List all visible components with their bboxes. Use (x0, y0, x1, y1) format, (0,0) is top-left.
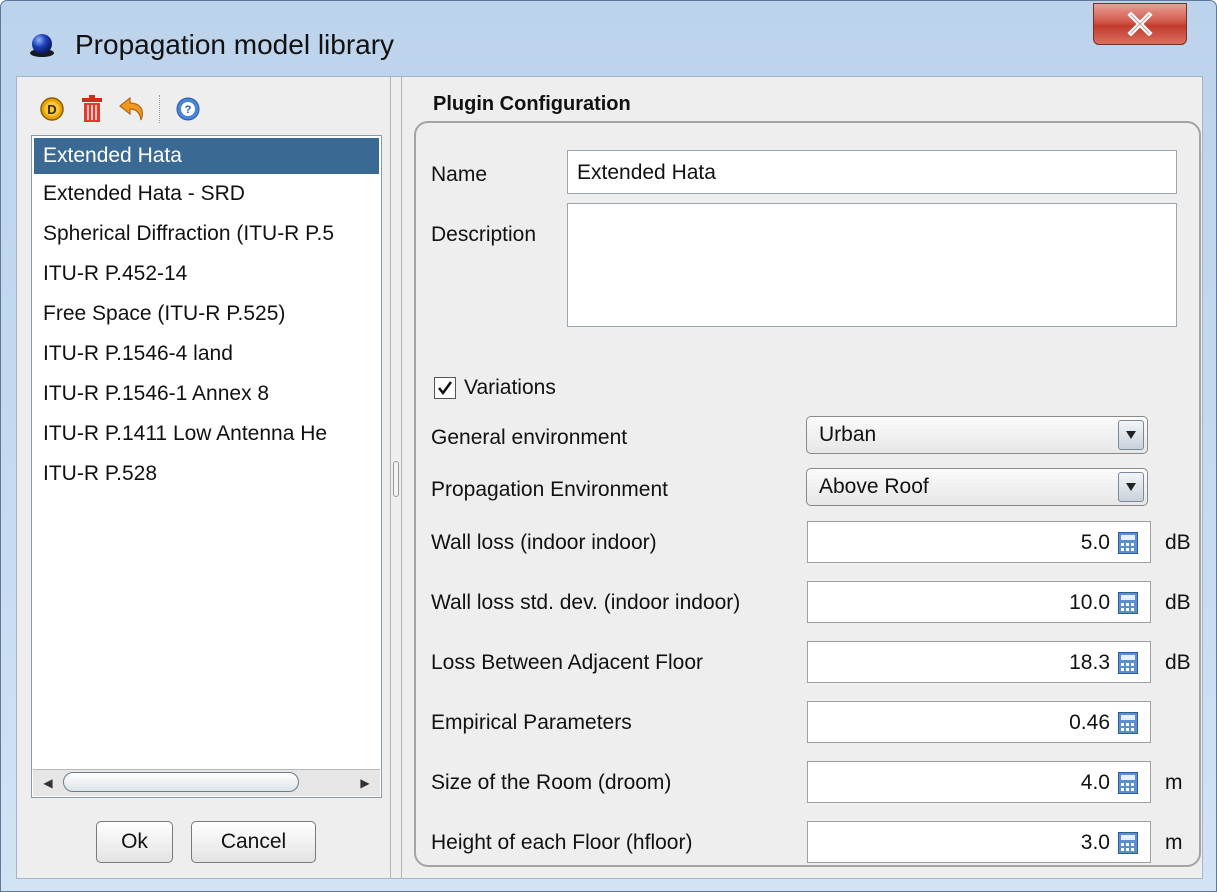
list-item[interactable]: ITU-R P.1411 Low Antenna He (32, 414, 381, 454)
model-list-pane: D ? Extended Hata Extended Hata - SRD Sp… (17, 77, 387, 878)
param-row: Wall loss (indoor indoor) 5.0 dB (416, 521, 1199, 567)
calculator-icon[interactable] (1118, 832, 1138, 854)
param-row: Size of the Room (droom) 4.0 m (416, 761, 1199, 807)
dialog-window: Propagation model library D ? Extended H… (0, 0, 1217, 892)
param-value: 0.46 (1069, 711, 1110, 734)
param-row: Loss Between Adjacent Floor 18.3 dB (416, 641, 1199, 687)
param-row: Wall loss std. dev. (indoor indoor) 10.0… (416, 581, 1199, 627)
section-title: Plugin Configuration (433, 93, 631, 115)
chevron-down-icon[interactable] (1118, 420, 1144, 450)
calculator-icon[interactable] (1118, 712, 1138, 734)
title-bar[interactable]: Propagation model library (1, 1, 1216, 75)
param-input[interactable]: 4.0 (807, 761, 1151, 803)
plugin-config-pane: Plugin Configuration Name Extended Hata … (412, 77, 1204, 878)
close-icon (1127, 12, 1153, 36)
window-title: Propagation model library (75, 29, 395, 60)
delete-button[interactable] (75, 92, 109, 126)
param-label: Size of the Room (droom) (431, 771, 672, 794)
description-textarea[interactable] (567, 203, 1177, 327)
param-input[interactable]: 3.0 (807, 821, 1151, 863)
param-label: Empirical Parameters (431, 711, 632, 734)
general-environment-value: Urban (819, 423, 877, 446)
duplicate-icon: D (40, 97, 64, 121)
propagation-environment-label: Propagation Environment (431, 478, 668, 501)
name-label: Name (431, 163, 488, 186)
propagation-environment-value: Above Roof (819, 475, 929, 498)
param-row: Empirical Parameters 0.46 (416, 701, 1199, 747)
help-icon: ? (176, 97, 200, 121)
help-button[interactable]: ? (171, 92, 205, 126)
calculator-icon[interactable] (1118, 592, 1138, 614)
param-value: 5.0 (1080, 531, 1110, 554)
list-item[interactable]: Free Space (ITU-R P.525) (32, 294, 381, 334)
param-value: 10.0 (1069, 591, 1110, 614)
scroll-left-arrow-icon[interactable]: ◀ (35, 770, 61, 796)
scroll-thumb[interactable] (63, 772, 299, 792)
config-group: Name Extended Hata Description Variation… (414, 121, 1201, 867)
ok-button[interactable]: Ok (96, 821, 173, 863)
param-input[interactable]: 0.46 (807, 701, 1151, 743)
param-label: Height of each Floor (hfloor) (431, 831, 693, 854)
cancel-button[interactable]: Cancel (191, 821, 316, 863)
param-row: Height of each Floor (hfloor) 3.0 m (416, 821, 1199, 867)
calculator-icon[interactable] (1118, 772, 1138, 794)
param-value: 18.3 (1069, 651, 1110, 674)
param-label: Wall loss std. dev. (indoor indoor) (431, 591, 741, 614)
toolbar-separator (159, 95, 161, 123)
list-item[interactable]: Extended Hata - SRD (32, 174, 381, 214)
variations-checkbox[interactable] (434, 377, 456, 399)
calculator-icon[interactable] (1118, 652, 1138, 674)
list-item[interactable]: ITU-R P.1546-1 Annex 8 (32, 374, 381, 414)
list-item[interactable]: ITU-R P.452-14 (32, 254, 381, 294)
list-toolbar: D ? (35, 91, 211, 127)
general-environment-label: General environment (431, 426, 628, 449)
svg-text:D: D (47, 102, 56, 117)
undo-button[interactable] (115, 92, 149, 126)
calculator-icon[interactable] (1118, 532, 1138, 554)
param-unit: dB (1165, 531, 1191, 554)
list-item[interactable]: Spherical Diffraction (ITU-R P.5 (32, 214, 381, 254)
param-unit: dB (1165, 591, 1191, 614)
description-label: Description (431, 223, 537, 246)
param-unit: dB (1165, 651, 1191, 674)
pane-splitter[interactable] (390, 77, 402, 878)
client-area: D ? Extended Hata Extended Hata - SRD Sp… (16, 76, 1203, 879)
param-value: 4.0 (1080, 771, 1110, 794)
list-item[interactable]: Extended Hata (34, 138, 379, 174)
param-input[interactable]: 5.0 (807, 521, 1151, 563)
param-label: Wall loss (indoor indoor) (431, 531, 657, 554)
model-list[interactable]: Extended Hata Extended Hata - SRD Spheri… (31, 135, 382, 798)
chevron-down-icon[interactable] (1118, 472, 1144, 502)
duplicate-button[interactable]: D (35, 92, 69, 126)
list-item[interactable]: ITU-R P.528 (32, 454, 381, 494)
general-environment-select[interactable]: Urban (806, 416, 1148, 454)
propagation-environment-select[interactable]: Above Roof (806, 468, 1148, 506)
name-input[interactable]: Extended Hata (567, 150, 1177, 194)
svg-text:?: ? (185, 104, 192, 116)
variations-label: Variations (464, 376, 556, 399)
param-input[interactable]: 18.3 (807, 641, 1151, 683)
param-unit: m (1165, 771, 1183, 794)
splitter-grip[interactable] (393, 461, 399, 497)
param-label: Loss Between Adjacent Floor (431, 651, 703, 674)
delete-icon (82, 95, 102, 122)
checkmark-icon (438, 381, 453, 396)
param-unit: m (1165, 831, 1183, 854)
param-input[interactable]: 10.0 (807, 581, 1151, 623)
scroll-right-arrow-icon[interactable]: ▶ (352, 770, 378, 796)
name-value: Extended Hata (577, 161, 716, 184)
horizontal-scrollbar[interactable]: ◀ ▶ (33, 769, 380, 796)
param-value: 3.0 (1080, 831, 1110, 854)
close-button[interactable] (1093, 3, 1187, 45)
app-globe-icon (30, 34, 54, 57)
undo-icon (119, 96, 143, 121)
list-item[interactable]: ITU-R P.1546-4 land (32, 334, 381, 374)
